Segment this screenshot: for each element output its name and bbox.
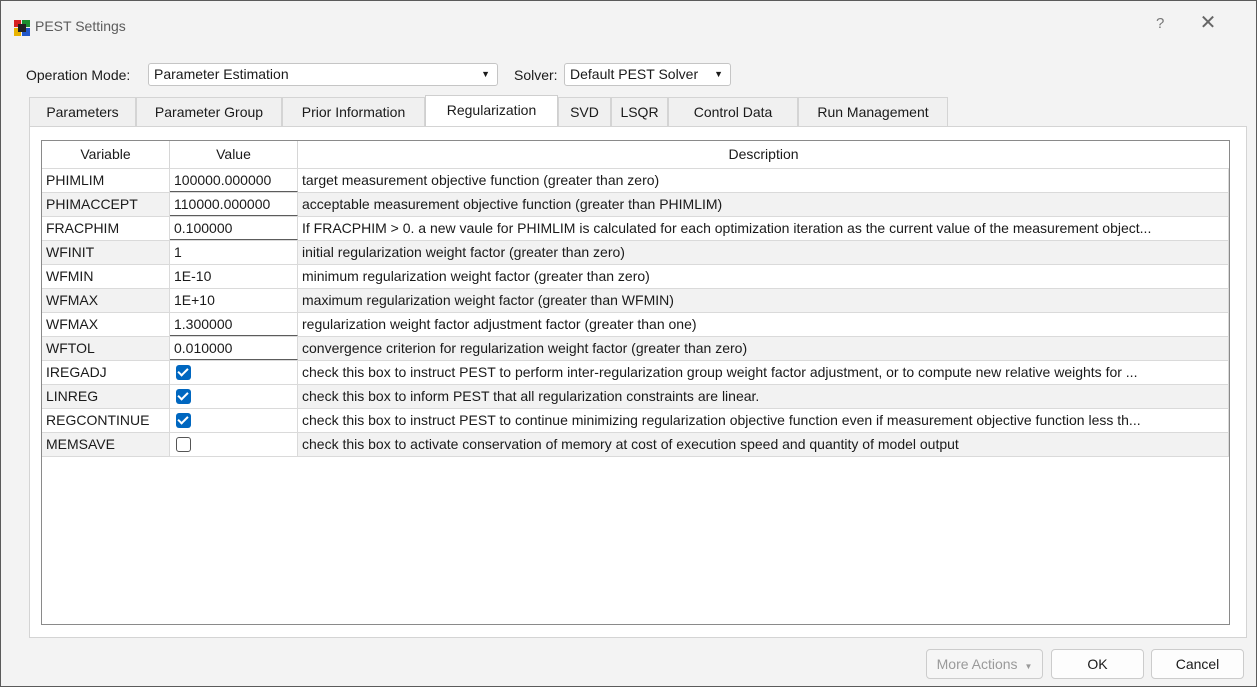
description-cell: check this box to activate conservation … <box>298 433 1229 456</box>
cancel-button[interactable]: Cancel <box>1151 649 1244 679</box>
window-title: PEST Settings <box>35 18 126 34</box>
value-cell[interactable]: 100000.000000 <box>170 169 298 192</box>
value-cell <box>170 361 298 384</box>
value-cell <box>170 433 298 456</box>
more-actions-label: More Actions <box>936 656 1018 672</box>
value-cell[interactable]: 1.300000 <box>170 313 298 336</box>
help-icon[interactable]: ? <box>1156 15 1164 32</box>
value-cell <box>170 409 298 432</box>
header-description: Description <box>728 146 799 162</box>
table-row: FRACPHIM 0.100000 If FRACPHIM > 0. a new… <box>42 216 1229 240</box>
variable-cell: PHIMLIM <box>42 169 170 192</box>
description-cell: minimum regularization weight factor (gr… <box>298 265 1229 288</box>
more-actions-button[interactable]: More Actions ▼ <box>926 649 1043 679</box>
checkbox-memsave[interactable] <box>176 437 191 452</box>
solver-value: Default PEST Solver <box>570 66 699 82</box>
chevron-down-icon: ▼ <box>714 69 723 79</box>
close-icon[interactable]: ✕ <box>1193 10 1223 36</box>
description-cell: target measurement objective function (g… <box>298 169 1229 192</box>
tab-control-data[interactable]: Control Data <box>668 97 798 126</box>
description-cell: check this box to instruct PEST to perfo… <box>298 361 1229 384</box>
description-cell: initial regularization weight factor (gr… <box>298 241 1229 264</box>
variable-cell: FRACPHIM <box>42 217 170 240</box>
checkbox-iregadj[interactable] <box>176 365 191 380</box>
regularization-panel: Variable Value Description PHIMLIM 10000… <box>29 126 1247 638</box>
value-cell[interactable]: 0.010000 <box>170 337 298 360</box>
chevron-down-icon: ▼ <box>481 69 490 79</box>
tab-prior-information[interactable]: Prior Information <box>282 97 425 126</box>
table-row: PHIMACCEPT 110000.000000 acceptable meas… <box>42 192 1229 216</box>
regularization-table: Variable Value Description PHIMLIM 10000… <box>41 140 1230 625</box>
table-row: PHIMLIM 100000.000000 target measurement… <box>42 168 1229 192</box>
tab-regularization[interactable]: Regularization <box>425 95 558 126</box>
value-cell[interactable]: 1E-10 <box>170 265 298 288</box>
variable-cell: WFMAX <box>42 313 170 336</box>
tab-bar: Parameters Parameter Group Prior Informa… <box>29 95 1247 127</box>
table-row: WFINIT 1 initial regularization weight f… <box>42 240 1229 264</box>
table-row: WFMIN 1E-10 minimum regularization weigh… <box>42 264 1229 288</box>
description-cell: check this box to inform PEST that all r… <box>298 385 1229 408</box>
checkbox-regcontinue[interactable] <box>176 413 191 428</box>
tab-parameters[interactable]: Parameters <box>29 97 136 126</box>
header-variable: Variable <box>42 141 170 168</box>
table-header: Variable Value Description <box>42 141 1229 168</box>
value-cell[interactable]: 1E+10 <box>170 289 298 312</box>
variable-cell: REGCONTINUE <box>42 409 170 432</box>
table-row: REGCONTINUE check this box to instruct P… <box>42 408 1229 432</box>
value-cell <box>170 385 298 408</box>
operation-mode-dropdown[interactable]: Parameter Estimation ▼ <box>148 63 498 86</box>
chevron-down-icon: ▼ <box>1024 662 1033 671</box>
solver-dropdown[interactable]: Default PEST Solver ▼ <box>564 63 731 86</box>
variable-cell: WFINIT <box>42 241 170 264</box>
value-cell[interactable]: 1 <box>170 241 298 264</box>
pest-settings-window: PEST Settings ? ✕ Operation Mode: Parame… <box>0 0 1257 687</box>
description-cell: regularization weight factor adjustment … <box>298 313 1229 336</box>
variable-cell: WFMIN <box>42 265 170 288</box>
variable-cell: WFMAX <box>42 289 170 312</box>
table-row: IREGADJ check this box to instruct PEST … <box>42 360 1229 384</box>
table-row: MEMSAVE check this box to activate conse… <box>42 432 1229 457</box>
description-cell: convergence criterion for regularization… <box>298 337 1229 360</box>
table-row: WFMAX 1.300000 regularization weight fac… <box>42 312 1229 336</box>
pest-app-icon <box>14 20 30 36</box>
table-row: WFMAX 1E+10 maximum regularization weigh… <box>42 288 1229 312</box>
tab-parameter-group[interactable]: Parameter Group <box>136 97 282 126</box>
solver-label: Solver: <box>514 67 558 83</box>
operation-mode-label: Operation Mode: <box>26 67 131 83</box>
description-cell: check this box to instruct PEST to conti… <box>298 409 1229 432</box>
description-cell: If FRACPHIM > 0. a new vaule for PHIMLIM… <box>298 217 1229 240</box>
operation-mode-value: Parameter Estimation <box>154 66 289 82</box>
title-bar: PEST Settings ? ✕ <box>1 1 1256 53</box>
tab-run-management[interactable]: Run Management <box>798 97 948 126</box>
tab-lsqr[interactable]: LSQR <box>611 97 668 126</box>
value-cell[interactable]: 110000.000000 <box>170 193 298 216</box>
variable-cell: PHIMACCEPT <box>42 193 170 216</box>
table-row: WFTOL 0.010000 convergence criterion for… <box>42 336 1229 360</box>
variable-cell: MEMSAVE <box>42 433 170 456</box>
checkbox-linreg[interactable] <box>176 389 191 404</box>
value-cell[interactable]: 0.100000 <box>170 217 298 240</box>
tab-svd[interactable]: SVD <box>558 97 611 126</box>
ok-button[interactable]: OK <box>1051 649 1144 679</box>
variable-cell: IREGADJ <box>42 361 170 384</box>
description-cell: acceptable measurement objective functio… <box>298 193 1229 216</box>
variable-cell: WFTOL <box>42 337 170 360</box>
variable-cell: LINREG <box>42 385 170 408</box>
table-row: LINREG check this box to inform PEST tha… <box>42 384 1229 408</box>
header-value: Value <box>170 141 298 168</box>
description-cell: maximum regularization weight factor (gr… <box>298 289 1229 312</box>
